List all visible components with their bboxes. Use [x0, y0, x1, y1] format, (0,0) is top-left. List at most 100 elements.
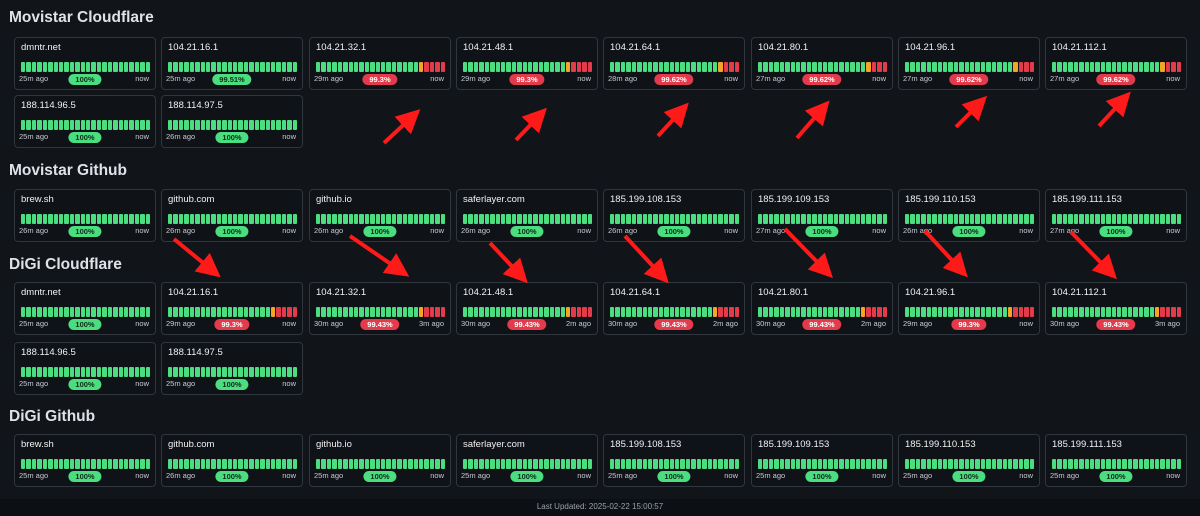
status-bar[interactable] — [1089, 214, 1095, 224]
status-bar[interactable] — [211, 459, 216, 469]
status-bar[interactable] — [723, 62, 729, 72]
status-bar[interactable] — [118, 459, 124, 469]
status-bar[interactable] — [734, 62, 740, 72]
status-bar[interactable] — [964, 62, 970, 72]
status-bar[interactable] — [124, 459, 129, 469]
status-bar[interactable] — [1024, 459, 1029, 469]
status-bar[interactable] — [129, 459, 134, 469]
status-bar[interactable] — [626, 62, 631, 72]
status-bar[interactable] — [233, 367, 238, 377]
status-bar[interactable] — [1062, 214, 1068, 224]
status-bar[interactable] — [64, 307, 69, 317]
status-bar[interactable] — [69, 62, 75, 72]
status-bar[interactable] — [490, 62, 495, 72]
status-bar[interactable] — [86, 120, 91, 130]
status-bar[interactable] — [620, 459, 626, 469]
status-bar[interactable] — [321, 307, 326, 317]
status-bar[interactable] — [173, 459, 178, 469]
status-bar[interactable] — [178, 367, 184, 377]
status-bar[interactable] — [680, 307, 685, 317]
status-bar[interactable] — [953, 62, 959, 72]
status-bar[interactable] — [205, 62, 211, 72]
status-bar[interactable] — [997, 62, 1002, 72]
status-bar[interactable] — [658, 214, 664, 224]
status-bar[interactable] — [386, 459, 391, 469]
status-bar[interactable] — [839, 307, 844, 317]
status-bar[interactable] — [861, 62, 866, 72]
status-bar[interactable] — [560, 459, 566, 469]
status-bar[interactable] — [332, 214, 337, 224]
status-bar[interactable] — [1052, 62, 1057, 72]
status-bar[interactable] — [758, 459, 763, 469]
status-bar[interactable] — [265, 120, 271, 130]
status-bar[interactable] — [419, 214, 424, 224]
monitor-card[interactable]: 185.199.109.153 25m ago 100% now — [751, 434, 893, 487]
status-bar[interactable] — [216, 62, 222, 72]
status-bar[interactable] — [576, 214, 582, 224]
status-bar[interactable] — [986, 62, 991, 72]
status-bar[interactable] — [113, 214, 118, 224]
status-bar[interactable] — [991, 307, 997, 317]
status-bar[interactable] — [391, 62, 397, 72]
status-bar[interactable] — [168, 62, 173, 72]
status-bar[interactable] — [490, 459, 495, 469]
status-bar[interactable] — [1100, 459, 1106, 469]
status-bar[interactable] — [205, 307, 211, 317]
status-bar[interactable] — [316, 459, 321, 469]
status-bar[interactable] — [669, 214, 675, 224]
status-bar[interactable] — [386, 62, 391, 72]
status-bar[interactable] — [517, 459, 522, 469]
status-bar[interactable] — [1013, 62, 1018, 72]
status-bar[interactable] — [429, 307, 435, 317]
status-bar[interactable] — [53, 307, 58, 317]
status-bar[interactable] — [281, 120, 287, 130]
status-bar[interactable] — [271, 459, 276, 469]
status-bar[interactable] — [1089, 62, 1095, 72]
status-bar[interactable] — [490, 307, 495, 317]
status-bar[interactable] — [915, 62, 921, 72]
status-bar[interactable] — [691, 307, 696, 317]
status-bar[interactable] — [953, 459, 959, 469]
status-bar[interactable] — [348, 214, 353, 224]
status-bar[interactable] — [844, 214, 850, 224]
status-bar[interactable] — [986, 214, 991, 224]
status-bar[interactable] — [243, 367, 249, 377]
status-bar[interactable] — [1062, 459, 1068, 469]
status-bar[interactable] — [189, 459, 195, 469]
status-bar[interactable] — [795, 62, 801, 72]
status-bar[interactable] — [124, 214, 129, 224]
status-bar[interactable] — [937, 62, 942, 72]
status-bar[interactable] — [419, 459, 424, 469]
status-bar[interactable] — [343, 214, 348, 224]
status-bar[interactable] — [145, 307, 151, 317]
monitor-card[interactable]: github.io 25m ago 100% now — [309, 434, 451, 487]
status-bar[interactable] — [260, 214, 265, 224]
status-bar[interactable] — [833, 307, 839, 317]
status-bar[interactable] — [549, 459, 555, 469]
status-bar[interactable] — [882, 307, 888, 317]
status-bar[interactable] — [200, 367, 205, 377]
status-bar[interactable] — [610, 214, 615, 224]
status-bar[interactable] — [227, 62, 233, 72]
status-bar[interactable] — [1138, 459, 1144, 469]
status-bar[interactable] — [1079, 307, 1084, 317]
status-bar[interactable] — [560, 307, 566, 317]
status-bar[interactable] — [833, 459, 839, 469]
status-bar[interactable] — [615, 62, 620, 72]
status-bar[interactable] — [348, 307, 353, 317]
status-bar[interactable] — [216, 459, 222, 469]
status-bar[interactable] — [260, 367, 265, 377]
status-bar[interactable] — [702, 62, 707, 72]
status-bar[interactable] — [337, 214, 343, 224]
status-bar[interactable] — [626, 459, 631, 469]
status-bar[interactable] — [653, 214, 658, 224]
status-bar[interactable] — [233, 459, 238, 469]
status-bar[interactable] — [42, 120, 48, 130]
status-bar[interactable] — [195, 459, 200, 469]
status-bar[interactable] — [184, 62, 189, 72]
status-bar[interactable] — [615, 214, 620, 224]
status-bar[interactable] — [500, 62, 506, 72]
status-bar[interactable] — [118, 214, 124, 224]
status-bar[interactable] — [435, 459, 440, 469]
status-bar[interactable] — [42, 367, 48, 377]
